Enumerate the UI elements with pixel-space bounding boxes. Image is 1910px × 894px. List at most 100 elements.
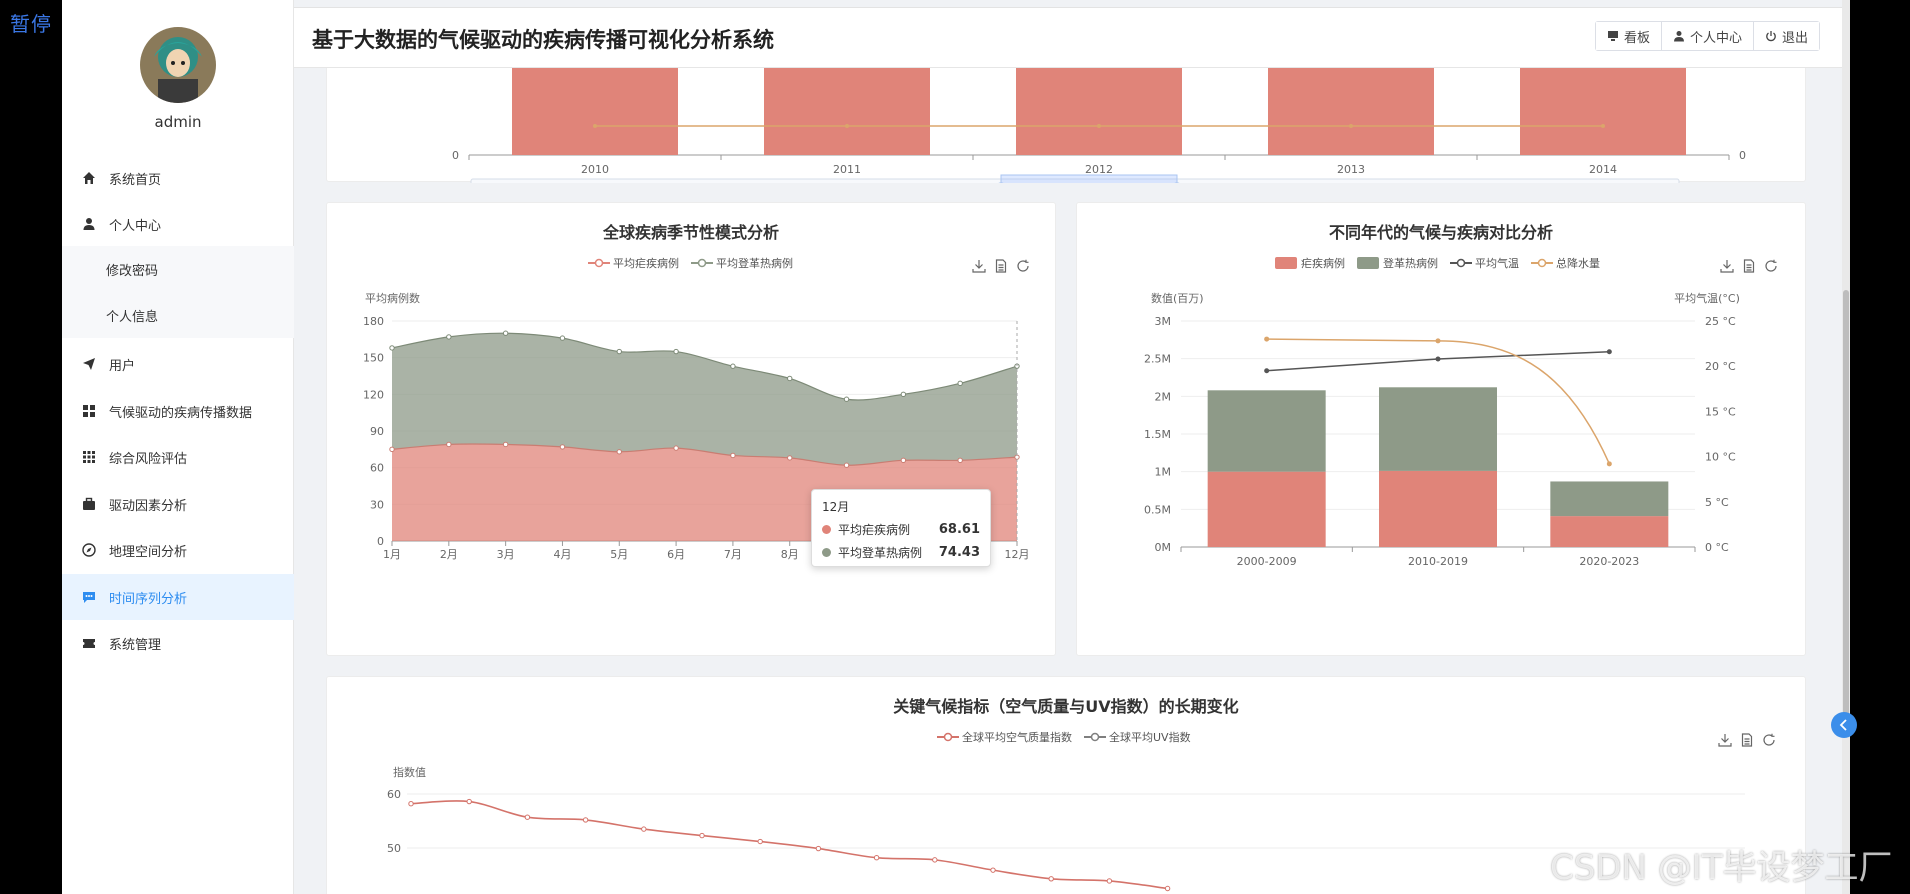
data-point xyxy=(845,124,849,128)
data-point xyxy=(559,335,566,341)
compass-icon xyxy=(82,543,96,557)
data-point xyxy=(502,441,509,448)
x-tick-label: 2013 xyxy=(1337,163,1365,176)
username: admin xyxy=(154,113,202,131)
sidebar-item-disease-data[interactable]: 气候驱动的疾病传播数据 xyxy=(62,388,294,434)
y-tick-label: 0M xyxy=(1155,541,1172,554)
sidebar-item-label: 气候驱动的疾病传播数据 xyxy=(109,405,253,421)
sidebar-item-label: 驱动因素分析 xyxy=(109,498,188,514)
avatar[interactable] xyxy=(140,27,216,103)
bar xyxy=(1016,68,1182,155)
sidebar-item-risk-assessment[interactable]: 综合风险评估 xyxy=(62,434,294,480)
data-point xyxy=(1606,349,1612,355)
sidebar-item-system-admin[interactable]: 系统管理 xyxy=(62,620,294,666)
y-tick-label: 3M xyxy=(1155,315,1172,328)
scrollbar-thumb[interactable] xyxy=(1843,290,1849,720)
data-point xyxy=(1264,336,1270,342)
y-tick-label: 120 xyxy=(363,388,384,401)
data-point xyxy=(389,345,395,351)
board-button-label: 看板 xyxy=(1623,30,1650,46)
collapse-panel-button[interactable] xyxy=(1831,712,1857,738)
board-button[interactable]: 看板 xyxy=(1595,22,1662,50)
sidebar-item-change-password[interactable]: 修改密码 xyxy=(62,246,294,292)
data-point xyxy=(1164,885,1171,892)
logout-button[interactable]: 退出 xyxy=(1753,22,1819,50)
x-tick-label: 2012 xyxy=(1085,163,1113,176)
data-point xyxy=(873,855,880,861)
bar-malaria xyxy=(1207,471,1326,547)
x-tick-label: 1月 xyxy=(383,548,401,561)
x-tick-label: 2000-2009 xyxy=(1237,555,1297,568)
sidebar-item-geo-analysis[interactable]: 地理空间分析 xyxy=(62,527,294,573)
data-point xyxy=(1048,876,1054,882)
bar-malaria xyxy=(1550,516,1669,547)
bar-malaria xyxy=(1379,470,1497,547)
send-icon xyxy=(83,358,95,370)
data-point xyxy=(900,457,907,464)
tooltip-row: 平均登革热病例 74.43 xyxy=(822,544,980,561)
sidebar-item-home[interactable]: 系统首页 xyxy=(62,155,294,201)
data-point xyxy=(389,446,395,453)
tooltip-label: 平均登革热病例 xyxy=(838,546,923,560)
data-point xyxy=(673,348,679,355)
data-point xyxy=(730,452,736,459)
header: 基于大数据的气候驱动的疾病传播可视化分析系统 看板 个人中心 退出 xyxy=(294,8,1842,68)
series-line-aqi xyxy=(410,800,1168,890)
sidebar: admin 系统首页 个人中心 修改密码 个人信息 用户 气候驱动的疾病传播数据… xyxy=(62,0,294,894)
home-icon xyxy=(83,172,95,184)
profile-button[interactable]: 个人中心 xyxy=(1661,22,1754,50)
y-tick-label: 2.5M xyxy=(1144,353,1171,366)
sidebar-item-users[interactable]: 用户 xyxy=(62,341,294,387)
decade-comparison-card: 不同年代的气候与疾病对比分析 疟疾病例 登革热病例 平均气温 总降水量 数值(百… xyxy=(1076,202,1806,656)
main-content: 0 0 2010 2011 2012 2013 2014 全球疾病季节性模式分析 平均疟疾病… xyxy=(294,68,1842,894)
x-tick-label: 8月 xyxy=(781,548,799,561)
y-tick-label: 1M xyxy=(1155,466,1172,479)
yearly-chart-card: 0 0 2010 2011 2012 2013 2014 xyxy=(326,68,1806,208)
sidebar-item-personal-center[interactable]: 个人中心 xyxy=(62,201,294,247)
y-right-tick-label: 0 xyxy=(1739,149,1746,162)
seasonal-area-chart[interactable]: 平均病例数03060901201501801月2月3月4月5月6月7月8月9月1… xyxy=(327,203,1057,657)
sidebar-item-label: 系统管理 xyxy=(109,637,162,653)
pause-overlay-label[interactable]: 暂停 xyxy=(10,8,52,37)
data-point xyxy=(593,124,597,128)
data-point xyxy=(787,375,793,382)
x-tick-label: 2月 xyxy=(440,548,458,561)
header-button-group: 看板 个人中心 退出 xyxy=(1594,21,1820,51)
sidebar-item-driver-analysis[interactable]: 驱动因素分析 xyxy=(62,481,294,527)
data-point xyxy=(815,845,822,852)
data-point xyxy=(1106,878,1113,884)
y-tick-label: 1.5M xyxy=(1144,428,1171,441)
tooltip-value: 68.61 xyxy=(938,522,980,537)
right-black-strip xyxy=(1850,0,1910,894)
sidebar-item-personal-info[interactable]: 个人信息 xyxy=(62,292,294,338)
data-point xyxy=(843,462,850,468)
sidebar-item-label: 系统首页 xyxy=(109,172,162,188)
data-point xyxy=(616,348,622,355)
data-point xyxy=(932,857,938,863)
x-tick-label: 6月 xyxy=(667,548,685,561)
logout-button-label: 退出 xyxy=(1781,30,1808,46)
screen: 暂停 admin 系统首页 个人中心 修改密码 个人信息 用户 气候驱动的疾病传… xyxy=(0,0,1910,894)
data-point xyxy=(730,363,736,369)
monitor-icon xyxy=(1607,31,1618,41)
y-axis-label: 平均病例数 xyxy=(365,291,420,305)
tooltip-dot xyxy=(822,525,831,534)
sidebar-item-time-series[interactable]: 时间序列分析 xyxy=(62,574,294,620)
tooltip-row: 平均疟疾病例 68.61 xyxy=(822,521,980,538)
data-point xyxy=(900,391,907,398)
bar-dengue xyxy=(1379,387,1497,471)
data-point xyxy=(957,380,963,387)
x-tick-label: 2014 xyxy=(1589,163,1617,176)
y-tick-label: 150 xyxy=(363,352,384,365)
decade-combo-chart[interactable]: 数值(百万) 平均气温(°C) 0M 0.5M 1M 1.5M 2M 2.5M 3M 0 °C 5 … xyxy=(1077,203,1807,657)
data-point xyxy=(1606,461,1612,467)
sidebar-item-label: 修改密码 xyxy=(106,263,159,279)
briefcase-icon xyxy=(83,497,95,510)
y-right-tick-label: 25 °C xyxy=(1705,315,1736,328)
datazoom-window xyxy=(1000,174,1178,208)
x-tick-label: 2010-2019 xyxy=(1408,555,1468,568)
sidebar-item-label: 时间序列分析 xyxy=(109,591,188,607)
data-point xyxy=(673,445,679,451)
bar xyxy=(764,68,930,155)
chat-icon xyxy=(83,592,95,603)
